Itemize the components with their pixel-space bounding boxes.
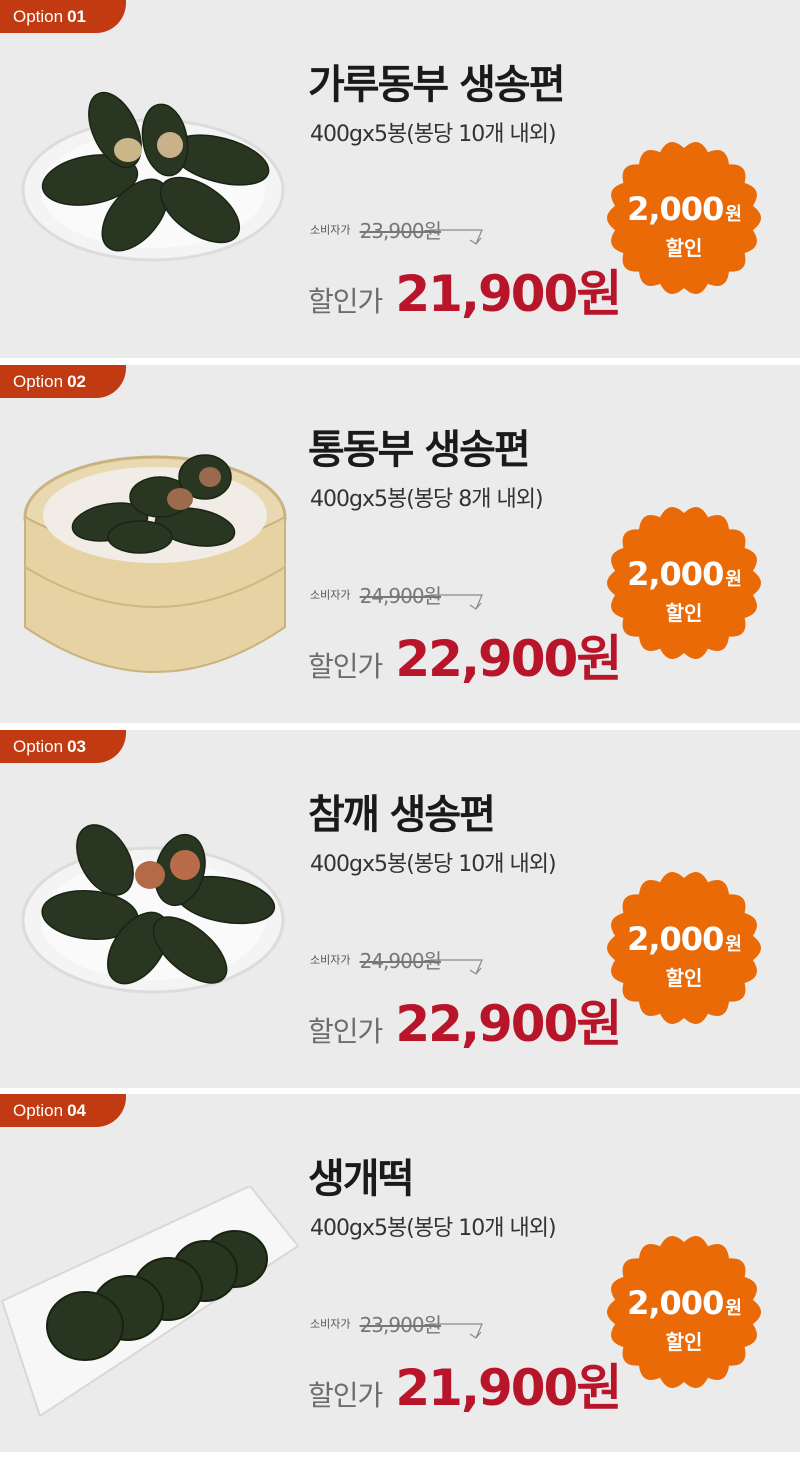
consumer-price-label: 소비자가	[310, 223, 351, 237]
product-name: 가루동부 생송편	[308, 62, 566, 108]
discount-badge: 2,000 원 할인	[606, 1234, 762, 1390]
discount-amount-value: 2,000	[627, 920, 724, 958]
option-tab: Option 04	[0, 1094, 126, 1127]
consumer-price-row: 소비자가 24,900원	[310, 945, 442, 974]
sale-price-label: 할인가	[308, 650, 383, 683]
product-spec: 400gx5봉(봉당 10개 내외)	[310, 1216, 557, 1241]
price-arrow-icon	[430, 229, 483, 245]
discount-label: 할인	[665, 236, 703, 260]
sale-price-row: 할인가 21,900원	[308, 1348, 622, 1420]
discount-unit: 원	[725, 1298, 742, 1319]
discount-label: 할인	[665, 601, 703, 625]
songpyeon-plate-image	[21, 91, 285, 262]
product-name: 통동부 생송편	[308, 427, 531, 473]
option-tab: Option 01	[0, 0, 126, 33]
option-card-04[interactable]: Option 04 생개떡 400gx5봉(봉당 10개 내외) 소비자가 23,…	[0, 1094, 800, 1452]
discount-badge: 2,000 원 할인	[606, 140, 762, 296]
gaetteok-tray-image	[0, 1186, 300, 1416]
sale-price: 22,900원	[395, 995, 622, 1053]
option-tab-number: 01	[67, 7, 87, 26]
sale-price: 21,900원	[395, 265, 622, 323]
option-tab-label: Option	[13, 737, 64, 756]
product-name: 참깨 생송편	[308, 792, 496, 838]
songpyeon-steamer-image	[23, 454, 287, 673]
product-spec: 400gx5봉(봉당 8개 내외)	[310, 487, 544, 512]
discount-badge: 2,000 원 할인	[606, 505, 762, 661]
discount-badge: 2,000 원 할인	[606, 870, 762, 1026]
option-card-03[interactable]: Option 03 참깨 생송편 400gx5봉(봉당 10개 내외) 소비자가 …	[0, 730, 800, 1088]
consumer-price-row: 소비자가 23,900원	[310, 215, 442, 244]
discount-unit: 원	[725, 569, 742, 590]
discount-amount-value: 2,000	[627, 190, 724, 228]
consumer-price-row: 소비자가 23,900원	[310, 1309, 442, 1338]
option-tab: Option 03	[0, 730, 126, 763]
sale-price-row: 할인가 21,900원	[308, 254, 622, 326]
sale-price-label: 할인가	[308, 285, 383, 318]
consumer-price-label: 소비자가	[310, 588, 351, 602]
discount-unit: 원	[725, 204, 742, 225]
option-tab-label: Option	[13, 7, 64, 26]
sale-price: 21,900원	[395, 1359, 622, 1417]
option-card-01[interactable]: Option 01 가루동부 생송편 400gx5봉(봉당 10개 내외) 소비자…	[0, 0, 800, 358]
sale-price-row: 할인가 22,900원	[308, 619, 622, 691]
option-tab-label: Option	[13, 372, 64, 391]
sale-price: 22,900원	[395, 630, 622, 688]
discount-amount-value: 2,000	[627, 1284, 724, 1322]
sale-price-label: 할인가	[308, 1015, 383, 1048]
option-tab-number: 03	[67, 737, 87, 756]
product-name: 생개떡	[308, 1156, 414, 1202]
consumer-price-label: 소비자가	[310, 953, 351, 967]
discount-amount: 2,000 원	[606, 920, 762, 958]
consumer-price-label: 소비자가	[310, 1317, 351, 1331]
discount-amount: 2,000 원	[606, 1284, 762, 1322]
discount-label: 할인	[665, 1330, 703, 1354]
discount-unit: 원	[725, 934, 742, 955]
price-arrow-icon	[430, 594, 483, 610]
product-spec: 400gx5봉(봉당 10개 내외)	[310, 852, 557, 877]
option-tab-number: 02	[67, 372, 87, 391]
discount-amount: 2,000 원	[606, 190, 762, 228]
sale-price-row: 할인가 22,900원	[308, 984, 622, 1056]
option-card-02[interactable]: Option 02 통동부 생송편 400gx5봉(봉당 8개 내외) 소비자가 …	[0, 365, 800, 723]
price-arrow-icon	[430, 1323, 483, 1339]
discount-label: 할인	[665, 966, 703, 990]
option-tab-label: Option	[13, 1101, 64, 1120]
discount-amount-value: 2,000	[627, 555, 724, 593]
option-tab-number: 04	[67, 1101, 87, 1120]
consumer-price-row: 소비자가 24,900원	[310, 580, 442, 609]
discount-amount: 2,000 원	[606, 555, 762, 593]
sesame-songpyeon-plate-image	[21, 824, 285, 994]
price-arrow-icon	[430, 959, 483, 975]
product-spec: 400gx5봉(봉당 10개 내외)	[310, 122, 557, 147]
option-tab: Option 02	[0, 365, 126, 398]
sale-price-label: 할인가	[308, 1379, 383, 1412]
